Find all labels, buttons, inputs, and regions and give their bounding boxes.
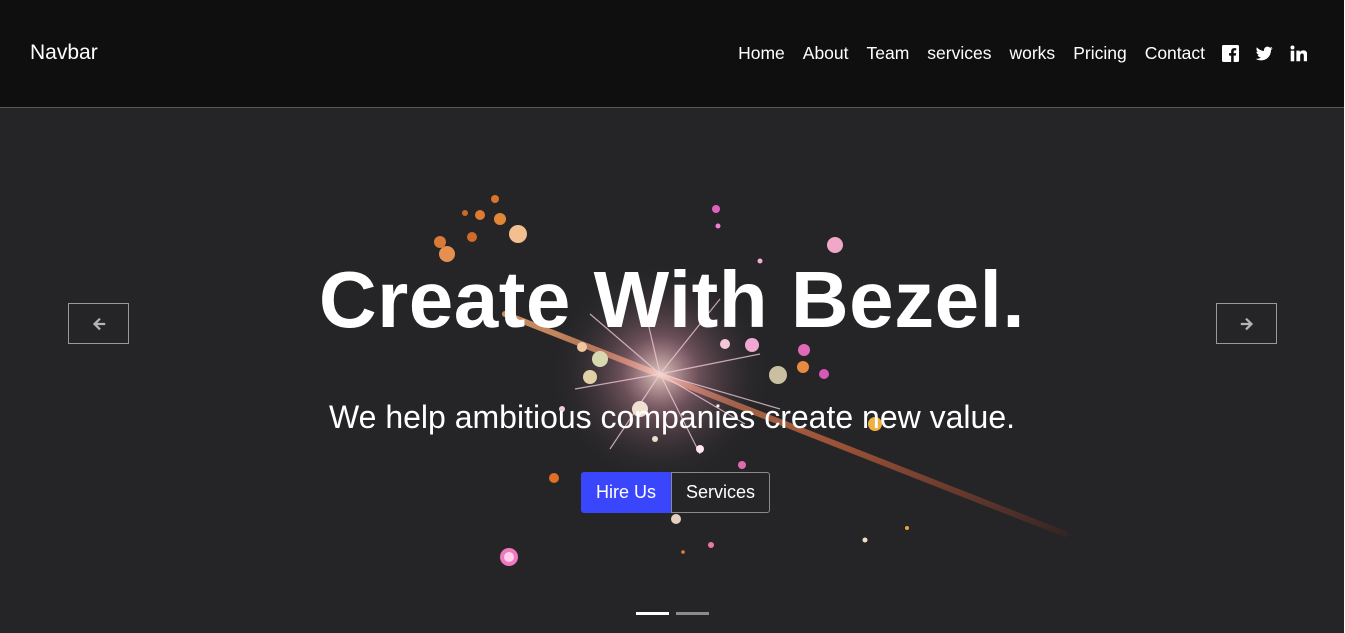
- nav-link-contact[interactable]: Contact: [1145, 43, 1205, 63]
- twitter-icon[interactable]: [1256, 45, 1273, 62]
- arrow-left-icon: [92, 317, 105, 330]
- page: Navbar Home About Team services works Pr…: [0, 0, 1345, 633]
- carousel-indicator-1[interactable]: [636, 612, 669, 615]
- nav-links: Home About Team services works Pricing C…: [738, 43, 1307, 63]
- hero-subtitle: We help ambitious companies create new v…: [329, 399, 1015, 435]
- hero-carousel: Create With Bezel. We help ambitious com…: [0, 109, 1344, 633]
- carousel-indicators: [636, 612, 716, 615]
- hire-us-button[interactable]: Hire Us: [581, 472, 672, 513]
- nav-link-team[interactable]: Team: [867, 43, 910, 63]
- nav-link-works[interactable]: works: [1009, 43, 1055, 63]
- carousel-indicator-2[interactable]: [676, 612, 709, 615]
- facebook-icon[interactable]: [1222, 44, 1239, 62]
- navbar-brand[interactable]: Navbar: [30, 41, 98, 65]
- nav-link-home[interactable]: Home: [738, 43, 785, 63]
- arrow-right-icon: [1240, 317, 1253, 330]
- nav-link-services[interactable]: services: [927, 43, 991, 63]
- nav-link-about[interactable]: About: [803, 43, 849, 63]
- hero-button-group: Hire Us Services: [581, 472, 771, 513]
- carousel-next-button[interactable]: [1216, 303, 1277, 344]
- services-button[interactable]: Services: [671, 472, 771, 513]
- navbar: Navbar Home About Team services works Pr…: [0, 0, 1344, 108]
- hero-sparkler-image: [434, 195, 1068, 566]
- carousel-prev-button[interactable]: [68, 303, 129, 344]
- social-links: [1222, 44, 1307, 62]
- hero-title: Create With Bezel.: [318, 255, 1026, 344]
- linkedin-icon[interactable]: [1290, 44, 1307, 62]
- nav-link-pricing[interactable]: Pricing: [1073, 43, 1127, 63]
